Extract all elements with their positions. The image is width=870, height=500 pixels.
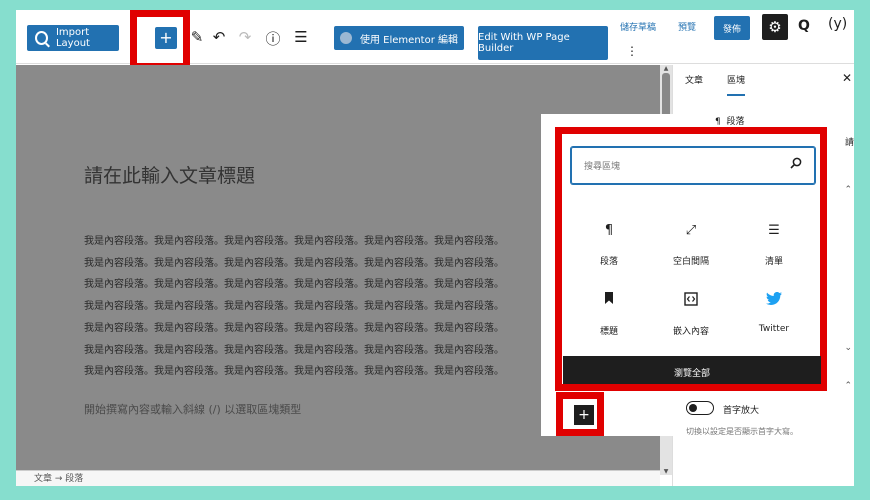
- block-embed[interactable]: 嵌入內容: [651, 292, 731, 337]
- block-paragraph[interactable]: ¶ 段落: [569, 222, 649, 267]
- bookmark-icon: [569, 292, 649, 310]
- twitter-icon: [734, 291, 814, 310]
- search-icon: [790, 157, 802, 169]
- tab-block[interactable]: 區塊: [727, 73, 746, 96]
- bottom-add-highlight: +: [556, 392, 604, 436]
- block-twitter[interactable]: Twitter: [734, 291, 814, 334]
- import-layout-label: Import Layout: [55, 27, 90, 49]
- wp-page-builder-button[interactable]: Edit With WP Page Builder: [478, 26, 608, 60]
- list-view-icon[interactable]: ☰: [292, 28, 310, 46]
- block-label: 清單: [764, 257, 783, 267]
- chevron-down-icon[interactable]: ⌄: [844, 343, 852, 353]
- sidebar-cut-text: 請: [844, 138, 854, 148]
- toggle-knob: [689, 403, 697, 412]
- scroll-up-icon[interactable]: ▲: [660, 65, 672, 72]
- block-label: 段落: [599, 257, 618, 267]
- publish-button[interactable]: 發佈: [714, 16, 750, 40]
- list-icon: ☰: [768, 223, 780, 238]
- paragraph-line: 我是內容段落。我是內容段落。我是內容段落。我是內容段落。我是內容段落。我是內容段…: [84, 344, 504, 356]
- block-label: 標題: [599, 327, 618, 337]
- tab-post[interactable]: 文章: [685, 73, 703, 86]
- paragraph-block[interactable]: 我是內容段落。我是內容段落。我是內容段落。我是內容段落。我是內容段落。我是內容段…: [84, 231, 554, 383]
- options-kebab-icon[interactable]: ⋮: [626, 44, 638, 58]
- add-block-button[interactable]: +: [155, 27, 177, 49]
- qubely-icon: [35, 31, 48, 45]
- spacer-icon: ⤢: [685, 223, 697, 238]
- import-layout-button[interactable]: Import Layout: [27, 25, 119, 51]
- save-draft-link[interactable]: 儲存草稿: [620, 20, 656, 33]
- redo-icon[interactable]: ↷: [236, 28, 254, 46]
- block-label: Twitter: [758, 324, 790, 334]
- drop-cap-toggle[interactable]: [686, 401, 714, 415]
- block-label: 嵌入內容: [672, 327, 709, 337]
- bottom-add-block-button[interactable]: +: [574, 405, 594, 425]
- block-placeholder-hint[interactable]: 開始撰寫內容或輸入斜線 (/) 以選取區塊類型: [84, 401, 301, 417]
- drop-cap-help: 切換以設定是否顯示首字大寫。: [686, 427, 798, 436]
- browse-all-button[interactable]: 瀏覽全部: [563, 356, 821, 384]
- paragraph-line: 我是內容段落。我是內容段落。我是內容段落。我是內容段落。我是內容段落。我是內容段…: [84, 236, 504, 247]
- embed-icon: [651, 292, 731, 310]
- info-icon[interactable]: ⓘ: [264, 28, 282, 49]
- preview-link[interactable]: 預覽: [678, 20, 696, 33]
- drop-cap-label: 首字放大: [723, 406, 760, 416]
- block-spacer[interactable]: ⤢ 空白間隔: [651, 222, 731, 267]
- block-heading[interactable]: 標題: [569, 292, 649, 337]
- elementor-label: 使用 Elementor 編輯: [360, 34, 458, 46]
- pencil-icon[interactable]: ✎: [188, 28, 206, 46]
- paragraph-line: 我是內容段落。我是內容段落。我是內容段落。我是內容段落。我是內容段落。我是內容段…: [84, 301, 504, 313]
- block-label: 空白間隔: [672, 257, 709, 267]
- search-placeholder: 搜尋區塊: [584, 162, 621, 172]
- elementor-icon: [340, 32, 352, 44]
- gear-icon[interactable]: ⚙: [762, 14, 788, 40]
- add-block-highlight: +: [130, 10, 190, 70]
- chevron-up-icon[interactable]: ⌃: [844, 381, 852, 391]
- yoast-icon[interactable]: (y): [828, 16, 847, 32]
- paragraph-line: 我是內容段落。我是內容段落。我是內容段落。我是內容段落。我是內容段落。我是內容段…: [84, 366, 504, 378]
- paragraph-line: 我是內容段落。我是內容段落。我是內容段落。我是內容段落。我是內容段落。我是內容段…: [84, 279, 504, 291]
- block-inserter-popup: ¶ 段落 搜尋區塊 ¶ 段落 ⤢ 空白間隔 ☰ 清單 標題 嵌入內容 Twitt: [541, 114, 839, 436]
- close-icon[interactable]: ✕: [842, 71, 852, 85]
- undo-icon[interactable]: ↶: [210, 28, 228, 46]
- paragraph-icon: ¶: [604, 223, 614, 238]
- post-title[interactable]: 請在此輸入文章標題: [84, 161, 255, 188]
- paragraph-line: 我是內容段落。我是內容段落。我是內容段落。我是內容段落。我是內容段落。我是內容段…: [84, 322, 504, 334]
- elementor-button[interactable]: 使用 Elementor 編輯: [334, 26, 464, 50]
- sidebar-block-name: ¶ 段落: [715, 117, 745, 127]
- block-search-input[interactable]: 搜尋區塊: [571, 147, 815, 184]
- scroll-down-icon[interactable]: ▼: [660, 468, 672, 475]
- chevron-up-icon[interactable]: ⌃: [844, 185, 852, 195]
- q-plugin-icon[interactable]: Q: [798, 18, 810, 34]
- breadcrumb[interactable]: 文章 → 段落: [16, 470, 660, 486]
- block-list[interactable]: ☰ 清單: [734, 222, 814, 267]
- paragraph-line: 我是內容段落。我是內容段落。我是內容段落。我是內容段落。我是內容段落。我是內容段…: [84, 257, 504, 269]
- wp-page-builder-label: Edit With WP Page Builder: [478, 32, 570, 54]
